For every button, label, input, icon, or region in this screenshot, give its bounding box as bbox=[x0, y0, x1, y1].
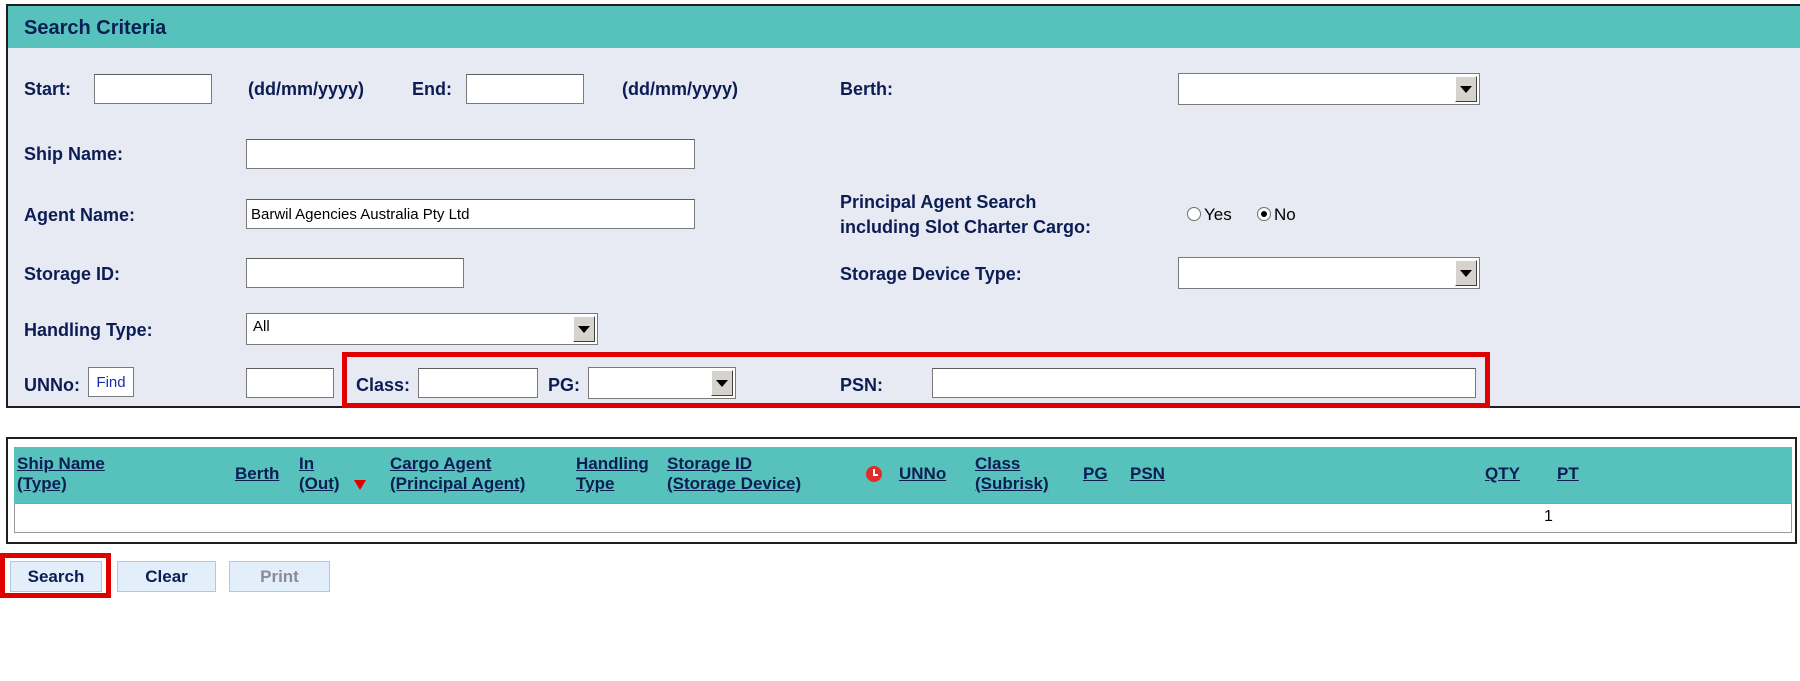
principal-no-label: No bbox=[1274, 205, 1296, 224]
principal-yes-radio[interactable] bbox=[1187, 207, 1201, 221]
clock-icon[interactable] bbox=[866, 466, 882, 482]
search-button-highlight bbox=[0, 553, 111, 598]
search-criteria-header bbox=[8, 6, 1800, 48]
psn-input[interactable] bbox=[932, 368, 1476, 398]
col-class-line2: (Subrisk) bbox=[975, 474, 1049, 493]
handling-type-select[interactable]: All bbox=[246, 313, 598, 345]
clear-button[interactable]: Clear bbox=[117, 561, 216, 592]
class-input[interactable] bbox=[418, 368, 538, 398]
end-date-input[interactable] bbox=[466, 74, 584, 104]
chevron-down-icon[interactable] bbox=[711, 370, 733, 396]
psn-label: PSN: bbox=[840, 375, 884, 395]
start-date-format-hint: (dd/mm/yyyy) bbox=[248, 79, 365, 99]
col-pt[interactable]: PT bbox=[1557, 464, 1579, 484]
berth-select[interactable] bbox=[1178, 73, 1480, 105]
chevron-down-icon[interactable] bbox=[1455, 260, 1477, 286]
unno-label: UNNo: bbox=[24, 375, 80, 395]
start-date-input[interactable] bbox=[94, 74, 212, 104]
col-handling-type-line2: Type bbox=[576, 474, 615, 493]
col-cargo-agent[interactable]: Cargo Agent (Principal Agent) bbox=[390, 454, 525, 494]
start-label: Start: bbox=[24, 79, 72, 99]
col-ship-name-line1: Ship Name bbox=[17, 454, 105, 473]
col-pg[interactable]: PG bbox=[1083, 464, 1108, 484]
search-criteria-title: Search Criteria bbox=[24, 17, 167, 39]
pg-select[interactable] bbox=[588, 367, 736, 399]
col-class[interactable]: Class (Subrisk) bbox=[975, 454, 1049, 494]
find-unno-button[interactable]: Find bbox=[88, 367, 134, 397]
col-in-line1: In bbox=[299, 454, 315, 473]
print-button[interactable]: Print bbox=[229, 561, 330, 592]
end-date-format-hint: (dd/mm/yyyy) bbox=[622, 79, 739, 99]
end-label: End: bbox=[412, 79, 452, 99]
chevron-down-icon[interactable] bbox=[1455, 76, 1477, 102]
col-storage-id-line1: Storage ID bbox=[667, 454, 753, 473]
sort-desc-icon bbox=[354, 480, 366, 490]
storage-device-type-label: Storage Device Type: bbox=[840, 264, 1022, 284]
col-ship-name-line2: (Type) bbox=[17, 474, 67, 493]
col-handling-type-line1: Handling bbox=[576, 454, 649, 473]
storage-device-type-select[interactable] bbox=[1178, 257, 1480, 289]
chevron-down-icon[interactable] bbox=[573, 316, 595, 342]
col-handling-type[interactable]: Handling Type bbox=[576, 454, 649, 494]
col-cargo-agent-line2: (Principal Agent) bbox=[390, 474, 526, 493]
col-berth[interactable]: Berth bbox=[235, 464, 279, 484]
class-label: Class: bbox=[356, 375, 411, 395]
col-out-line2: (Out) bbox=[299, 474, 340, 493]
handling-type-value: All bbox=[253, 318, 270, 335]
ship-name-label: Ship Name: bbox=[24, 144, 124, 164]
pg-label: PG: bbox=[548, 375, 581, 395]
col-class-line1: Class bbox=[975, 454, 1021, 473]
col-unno[interactable]: UNNo bbox=[899, 464, 946, 484]
table-row bbox=[14, 503, 1792, 533]
berth-label: Berth: bbox=[840, 79, 893, 99]
principal-no-radio[interactable] bbox=[1257, 207, 1271, 221]
col-storage-id[interactable]: Storage ID (Storage Device) bbox=[667, 454, 801, 494]
ship-name-input[interactable] bbox=[246, 139, 695, 169]
col-qty[interactable]: QTY bbox=[1485, 464, 1520, 484]
storage-id-input[interactable] bbox=[246, 258, 464, 288]
principal-agent-label-line1: Principal Agent Search bbox=[840, 192, 1037, 212]
agent-name-label: Agent Name: bbox=[24, 205, 136, 225]
col-in-out[interactable]: In (Out) bbox=[299, 454, 340, 494]
storage-id-label: Storage ID: bbox=[24, 264, 121, 284]
col-psn[interactable]: PSN bbox=[1130, 464, 1165, 484]
col-ship-name[interactable]: Ship Name (Type) bbox=[17, 454, 105, 494]
row-count: 1 bbox=[1544, 508, 1553, 525]
agent-name-input[interactable] bbox=[246, 199, 695, 229]
col-cargo-agent-line1: Cargo Agent bbox=[390, 454, 492, 473]
col-storage-id-line2: (Storage Device) bbox=[667, 474, 802, 493]
principal-yes-label: Yes bbox=[1204, 205, 1232, 224]
unno-input[interactable] bbox=[246, 368, 334, 398]
principal-agent-label-line2: including Slot Charter Cargo: bbox=[840, 217, 1092, 237]
handling-type-label: Handling Type: bbox=[24, 320, 153, 340]
